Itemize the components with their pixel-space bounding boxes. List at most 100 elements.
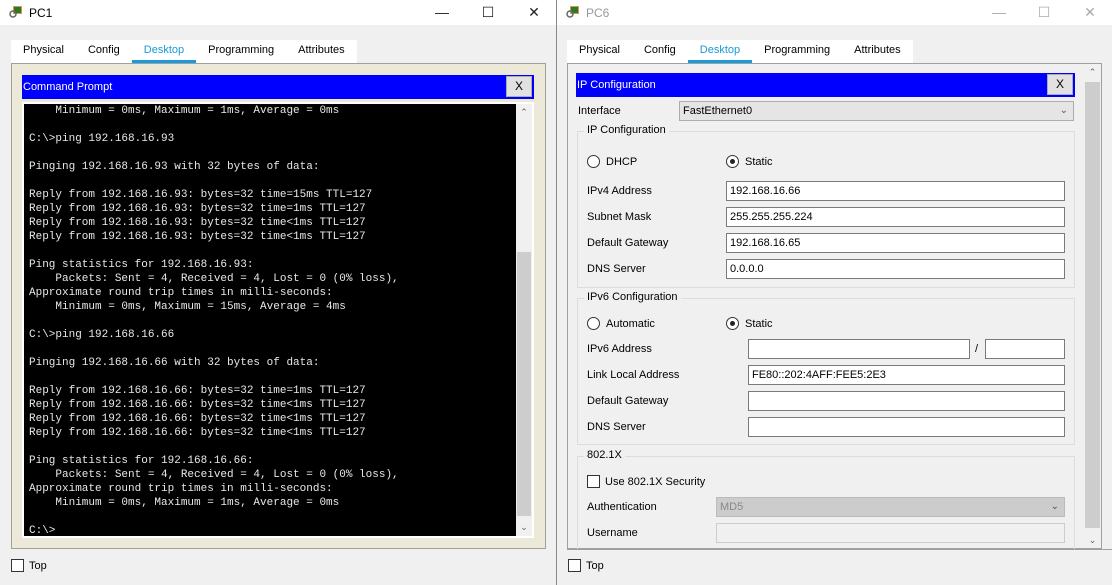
static-label: Static [745,156,773,168]
pc6-window: PC6 — ☐ ✕ Physical Config Desktop Progra… [557,0,1112,585]
tab-bar: Physical Config Desktop Programming Attr… [567,40,913,63]
pc-app-icon [9,6,22,18]
static-radio[interactable] [726,317,739,330]
terminal-line: Reply from 192.168.16.93: bytes=32 time<… [29,217,366,229]
top-checkbox[interactable] [11,559,24,572]
terminal-line: Packets: Sent = 4, Received = 4, Lost = … [29,273,399,285]
terminal-line: Reply from 192.168.16.66: bytes=32 time<… [29,427,366,439]
authentication-select[interactable]: MD5 ⌄ [716,497,1065,517]
scroll-down-icon[interactable]: ⌄ [1084,535,1101,546]
subnet-mask-label: Subnet Mask [587,211,652,223]
terminal-line: Ping statistics for 192.168.16.93: [29,259,254,271]
terminal-line: Reply from 192.168.16.93: bytes=32 time=… [29,203,366,215]
tab-config[interactable]: Config [76,40,132,63]
ipv4-address-input[interactable]: 192.168.16.66 [726,181,1065,201]
group-label: 802.1X [584,449,625,461]
terminal-output[interactable]: Minimum = 0ms, Maximum = 1ms, Average = … [24,104,516,536]
terminal-line: Minimum = 0ms, Maximum = 15ms, Average =… [29,301,346,313]
scroll-up-icon[interactable]: ⌃ [1084,67,1101,78]
ipv6-address-input[interactable] [748,339,970,359]
username-input[interactable] [716,523,1065,543]
terminal-line: Pinging 192.168.16.93 with 32 bytes of d… [29,161,320,173]
title-bar: PC6 — ☐ ✕ [557,0,1112,25]
top-label: Top [29,560,47,572]
chevron-down-icon: ⌄ [1050,501,1059,512]
ipv6-dns-label: DNS Server [587,421,646,433]
ipv4-address-label: IPv4 Address [587,185,652,197]
terminal-line: C:\>ping 192.168.16.66 [29,329,175,341]
ipv6-prefix-input[interactable] [985,339,1065,359]
tab-desktop[interactable]: Desktop [687,40,753,63]
app-title: Command Prompt [23,81,113,93]
scroll-down-icon[interactable]: ⌄ [516,522,532,533]
interface-select[interactable]: FastEthernet0 ⌄ [679,101,1074,121]
terminal-line: Reply from 192.168.16.93: bytes=32 time=… [29,189,373,201]
link-local-input[interactable]: FE80::202:4AFF:FEE5:2E3 [748,365,1065,385]
title-bar: PC1 — ☐ ✕ [0,0,556,25]
tab-programming[interactable]: Programming [752,40,842,63]
tab-desktop[interactable]: Desktop [131,40,197,63]
default-gateway-input[interactable]: 192.168.16.65 [726,233,1065,253]
group-label: IP Configuration [584,124,669,136]
tab-programming[interactable]: Programming [196,40,286,63]
tab-physical[interactable]: Physical [11,40,76,63]
ipv6-gateway-label: Default Gateway [587,395,669,407]
ipv6-gateway-input[interactable] [748,391,1065,411]
tab-physical[interactable]: Physical [567,40,632,63]
close-button[interactable]: ✕ [1080,3,1100,21]
terminal-line: C:\>ping 192.168.16.93 [29,133,175,145]
authentication-value: MD5 [720,501,744,513]
group-label: IPv6 Configuration [584,291,681,303]
tab-config[interactable]: Config [632,40,688,63]
minimize-button[interactable]: — [432,3,452,21]
top-checkbox[interactable] [568,559,581,572]
ip-config-titlebar: IP Configuration X [576,73,1075,97]
static-label: Static [745,318,773,330]
use-8021x-checkbox[interactable] [587,475,600,488]
dns-server-input[interactable]: 0.0.0.0 [726,259,1065,279]
terminal-line: Minimum = 0ms, Maximum = 1ms, Average = … [29,105,340,117]
pc-app-icon [566,6,579,18]
panel-scrollbar[interactable]: ⌃ ⌄ [1084,64,1101,548]
maximize-button[interactable]: ☐ [478,3,498,21]
username-label: Username [587,527,638,539]
dhcp-radio[interactable] [587,155,600,168]
terminal-line: Reply from 192.168.16.66: bytes=32 time=… [29,385,366,397]
ipv6-address-label: IPv6 Address [587,343,652,355]
maximize-button[interactable]: ☐ [1034,3,1054,21]
minimize-button[interactable]: — [989,3,1009,21]
subnet-mask-input[interactable]: 255.255.255.224 [726,207,1065,227]
terminal-line: Pinging 192.168.16.66 with 32 bytes of d… [29,357,320,369]
link-local-label: Link Local Address [587,369,680,381]
close-app-button[interactable]: X [1047,74,1073,95]
scroll-thumb[interactable] [1085,82,1100,528]
close-button[interactable]: ✕ [524,3,544,21]
window-title: PC6 [586,6,610,20]
window-title: PC1 [29,6,53,20]
tab-attributes[interactable]: Attributes [286,40,356,63]
authentication-label: Authentication [587,501,657,513]
terminal-scrollbar[interactable]: ⌃ ⌄ [516,104,532,536]
scroll-up-icon[interactable]: ⌃ [516,107,532,118]
default-gateway-label: Default Gateway [587,237,669,249]
terminal-line: Packets: Sent = 4, Received = 4, Lost = … [29,469,399,481]
dns-server-label: DNS Server [587,263,646,275]
static-radio[interactable] [726,155,739,168]
interface-value: FastEthernet0 [683,105,753,117]
ipv6-dns-input[interactable] [748,417,1065,437]
prefix-separator: / [975,343,979,355]
close-app-button[interactable]: X [506,76,532,97]
automatic-radio[interactable] [587,317,600,330]
scroll-thumb[interactable] [517,252,531,516]
app-title: IP Configuration [577,79,656,91]
terminal-line: Ping statistics for 192.168.16.66: [29,455,254,467]
tab-attributes[interactable]: Attributes [842,40,912,63]
